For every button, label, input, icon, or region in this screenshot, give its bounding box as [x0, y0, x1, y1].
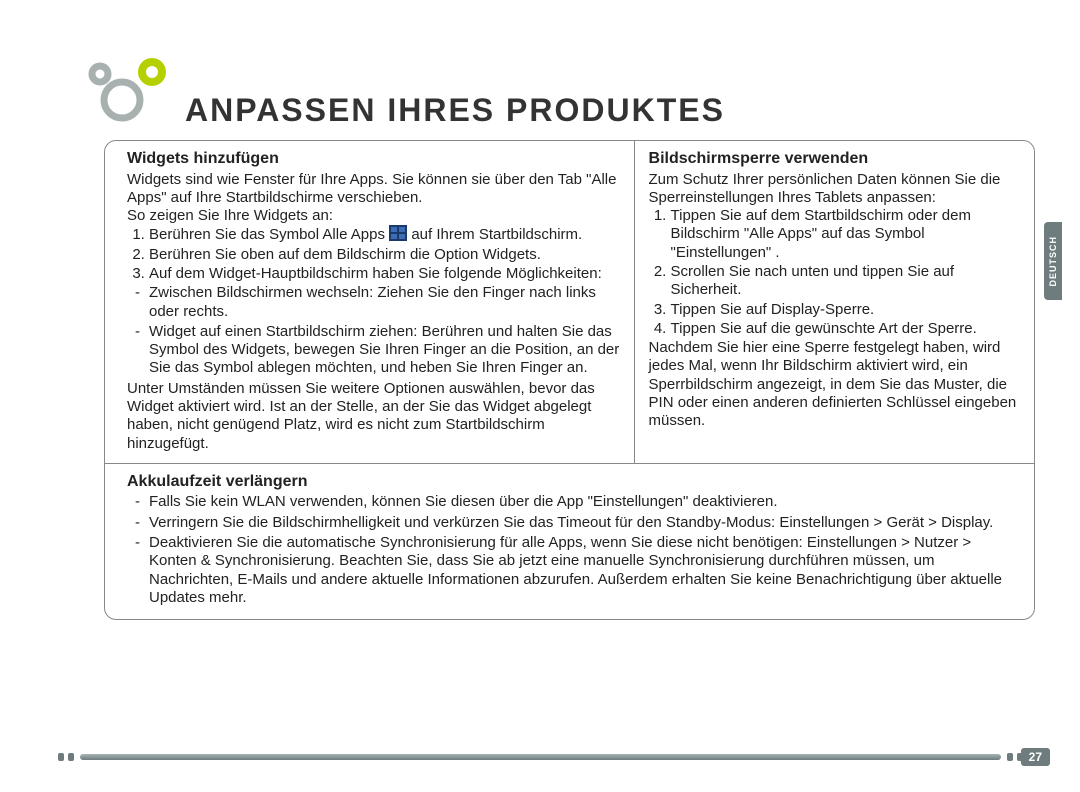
language-tab: DEUTSCH — [1044, 222, 1062, 300]
footer-bar — [80, 754, 1001, 760]
footer: 27 — [80, 746, 1050, 768]
battery-d1: Falls Sie kein WLAN verwenden, können Si… — [149, 493, 1022, 511]
section-lock: Bildschirmsperre verwenden Zum Schutz Ih… — [635, 141, 1034, 463]
page-title: ANPASSEN IHRES PRODUKTES — [185, 92, 725, 129]
lock-heading: Bildschirmsperre verwenden — [649, 149, 1024, 169]
battery-heading: Akkulaufzeit verlängern — [127, 472, 1022, 492]
widgets-heading: Widgets hinzufügen — [127, 149, 624, 169]
section-widgets: Widgets hinzufügen Widgets sind wie Fens… — [105, 141, 635, 463]
lock-outro: Nachdem Sie hier eine Sperre festgelegt … — [649, 339, 1024, 430]
content-box: Widgets hinzufügen Widgets sind wie Fens… — [104, 140, 1035, 620]
widgets-dash2: Widget auf einen Startbildschirm ziehen:… — [149, 323, 624, 378]
widgets-dash1: Zwischen Bildschirmen wechseln: Ziehen S… — [149, 284, 624, 321]
lock-step1: Tippen Sie auf dem Startbildschirm oder … — [671, 207, 1024, 262]
section-battery: Akkulaufzeit verlängern Falls Sie kein W… — [105, 463, 1034, 619]
lock-intro: Zum Schutz Ihrer persönlichen Daten könn… — [649, 171, 1024, 208]
lock-step2: Scrollen Sie nach unten und tippen Sie a… — [671, 263, 1024, 300]
widgets-step1: Berühren Sie das Symbol Alle Apps auf Ih… — [149, 225, 624, 244]
all-apps-icon — [389, 225, 407, 241]
battery-d3: Deaktivieren Sie die automatische Synchr… — [149, 534, 1022, 607]
widgets-outro: Unter Umständen müssen Sie weitere Optio… — [127, 380, 624, 453]
language-tab-label: DEUTSCH — [1048, 236, 1058, 287]
battery-d2: Verringern Sie die Bildschirmhelligkeit … — [149, 514, 1022, 532]
widgets-intro: Widgets sind wie Fenster für Ihre Apps. … — [127, 171, 624, 226]
widgets-step3: Auf dem Widget-Hauptbildschirm haben Sie… — [149, 265, 624, 283]
lock-step3: Tippen Sie auf Display-Sperre. — [671, 301, 1024, 319]
lock-step4: Tippen Sie auf die gewünschte Art der Sp… — [671, 320, 1024, 338]
widgets-step2: Berühren Sie oben auf dem Bildschirm die… — [149, 246, 624, 264]
gears-icon — [78, 58, 178, 138]
page-number: 27 — [1021, 748, 1050, 766]
